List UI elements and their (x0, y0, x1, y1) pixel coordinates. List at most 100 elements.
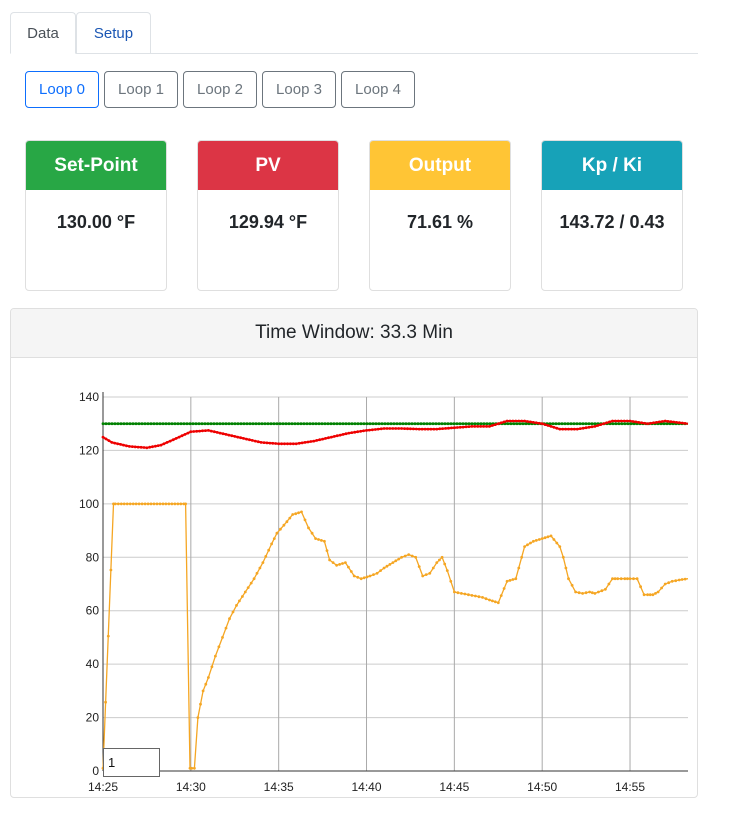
setpoint-series-point (290, 422, 294, 426)
setpoint-series-point (569, 422, 573, 426)
pv-series-point (429, 427, 433, 431)
pv-series-point (400, 427, 403, 430)
output-series-point (670, 579, 674, 583)
pv-series-point (347, 431, 351, 435)
output-series-point (403, 554, 407, 558)
output-series-point (635, 577, 639, 581)
setpoint-series-point (293, 422, 297, 426)
setpoint-series-point (350, 422, 354, 426)
setpoint-series-point (575, 422, 579, 426)
pv-series-point (520, 419, 524, 423)
pv-series-point (171, 438, 175, 442)
range-input[interactable] (103, 748, 160, 777)
output-series-point (477, 595, 481, 599)
output-series-point (648, 593, 652, 597)
output-series-point (382, 566, 386, 570)
output-series-point (421, 574, 425, 578)
pv-series-point (145, 446, 149, 450)
output-series-point (204, 682, 208, 686)
setpoint-series-point (242, 422, 246, 426)
pv-series-point (575, 427, 579, 431)
setpoint-series-point (284, 422, 288, 426)
pv-series-point (444, 427, 447, 430)
output-series-point (493, 600, 497, 604)
setpoint-series-point (332, 422, 336, 426)
pv-series-point (447, 426, 450, 430)
output-series-point (438, 558, 441, 562)
output-series-point (520, 555, 524, 559)
setpoint-series-point (662, 422, 666, 426)
pv-series-point (338, 433, 342, 437)
pv-series-point (245, 437, 248, 441)
output-series-point (264, 555, 268, 558)
pv-series-point (174, 437, 178, 440)
pv-series-point (327, 436, 330, 440)
output-series-point (683, 577, 687, 581)
x-tick-label: 14:55 (615, 780, 645, 794)
pv-series-point (289, 442, 292, 446)
output-series-point (122, 502, 126, 506)
output-series-point (534, 539, 538, 542)
pv-series-point (573, 427, 576, 431)
setpoint-series-point (287, 422, 291, 426)
pv-series-point (587, 425, 591, 429)
output-series-point (310, 531, 314, 535)
x-tick-label: 14:25 (88, 780, 118, 794)
setpoint-series-point (479, 422, 483, 426)
setpoint-series-point (488, 422, 492, 426)
output-series-point (491, 599, 494, 603)
output-series-point (632, 577, 635, 581)
output-series-point (407, 553, 411, 556)
setpoint-series-point (302, 422, 306, 426)
pv-series-point (578, 427, 582, 430)
output-series-point (241, 595, 244, 598)
setpoint-series-point (416, 422, 420, 426)
setpoint-series-point (428, 422, 432, 426)
output-series-point (523, 545, 526, 548)
output-series-point (106, 634, 110, 638)
pv-series-point (379, 427, 383, 431)
pv-series-point (517, 419, 521, 423)
setpoint-series-point (137, 422, 141, 426)
output-series-point (567, 577, 570, 581)
pv-series-point (537, 421, 541, 425)
output-series-point (611, 577, 614, 581)
pv-series-point (660, 420, 664, 423)
output-series-point (505, 579, 509, 583)
output-series-point (243, 590, 247, 594)
setpoint-series-point (413, 422, 417, 426)
setpoint-series-point (212, 422, 216, 426)
setpoint-series-point (338, 422, 342, 426)
setpoint-series-point (449, 422, 453, 426)
setpoint-series-point (374, 422, 378, 426)
setpoint-series-point (281, 422, 285, 426)
output-series-point (170, 502, 174, 506)
pv-series-point (643, 421, 647, 425)
setpoint-series-point (311, 422, 315, 426)
output-series-point (199, 702, 202, 706)
output-series-point (270, 542, 273, 546)
pv-series-point (616, 419, 620, 423)
pv-series-point (543, 423, 547, 426)
setpoint-series-point (572, 422, 576, 426)
output-series-point (435, 561, 439, 564)
output-series-point (546, 535, 550, 539)
pv-series-point (611, 419, 614, 423)
setpoint-series-point (158, 422, 162, 426)
pv-series-point (464, 425, 468, 429)
setpoint-series-point (383, 422, 387, 426)
pv-series-point (356, 430, 360, 434)
output-series-point (288, 516, 292, 520)
output-series-point (561, 555, 565, 559)
setpoint-series-point (326, 422, 330, 426)
setpoint-series-point (473, 422, 477, 426)
output-series-point (201, 689, 205, 693)
setpoint-series-point (581, 422, 585, 426)
output-series-point (352, 574, 356, 578)
output-series-point (549, 534, 553, 538)
pv-series-point (233, 435, 237, 438)
pv-series-point (511, 419, 515, 423)
setpoint-series-point (230, 422, 234, 426)
setpoint-series-point (620, 422, 624, 426)
pv-series-point (250, 439, 254, 442)
